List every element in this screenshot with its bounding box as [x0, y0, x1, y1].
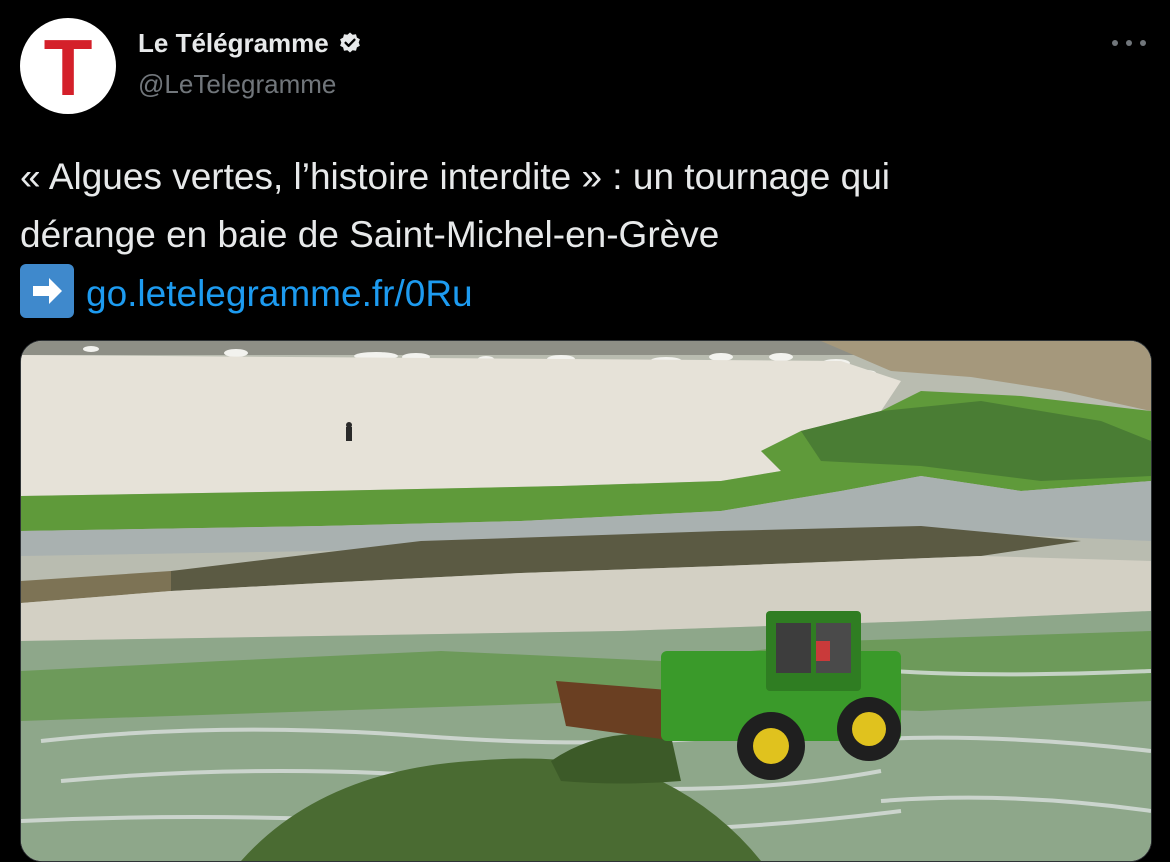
tweet-link[interactable]: go.letelegramme.fr/0Ru: [86, 273, 473, 314]
verified-badge-icon: [337, 31, 363, 57]
avatar[interactable]: T: [20, 18, 116, 114]
tweet-text-line-1: « Algues vertes, l’histoire interdite » …: [20, 156, 891, 197]
photo-beach-tractor: [21, 341, 1151, 861]
tweet-photo[interactable]: [20, 340, 1152, 862]
right-arrow-emoji-icon: [20, 264, 74, 318]
display-name[interactable]: Le Télégramme: [138, 28, 329, 59]
handle[interactable]: @LeTelegramme: [138, 69, 336, 100]
author-name-row: Le Télégramme: [138, 28, 363, 59]
more-options-icon[interactable]: [1112, 32, 1146, 54]
tweet-text: « Algues vertes, l’histoire interdite » …: [20, 148, 1130, 323]
tweet-link-line: go.letelegramme.fr/0Ru: [20, 264, 1130, 323]
tweet-text-line-2: dérange en baie de Saint-Michel-en-Grève: [20, 214, 720, 255]
avatar-logo: T: [43, 23, 93, 112]
